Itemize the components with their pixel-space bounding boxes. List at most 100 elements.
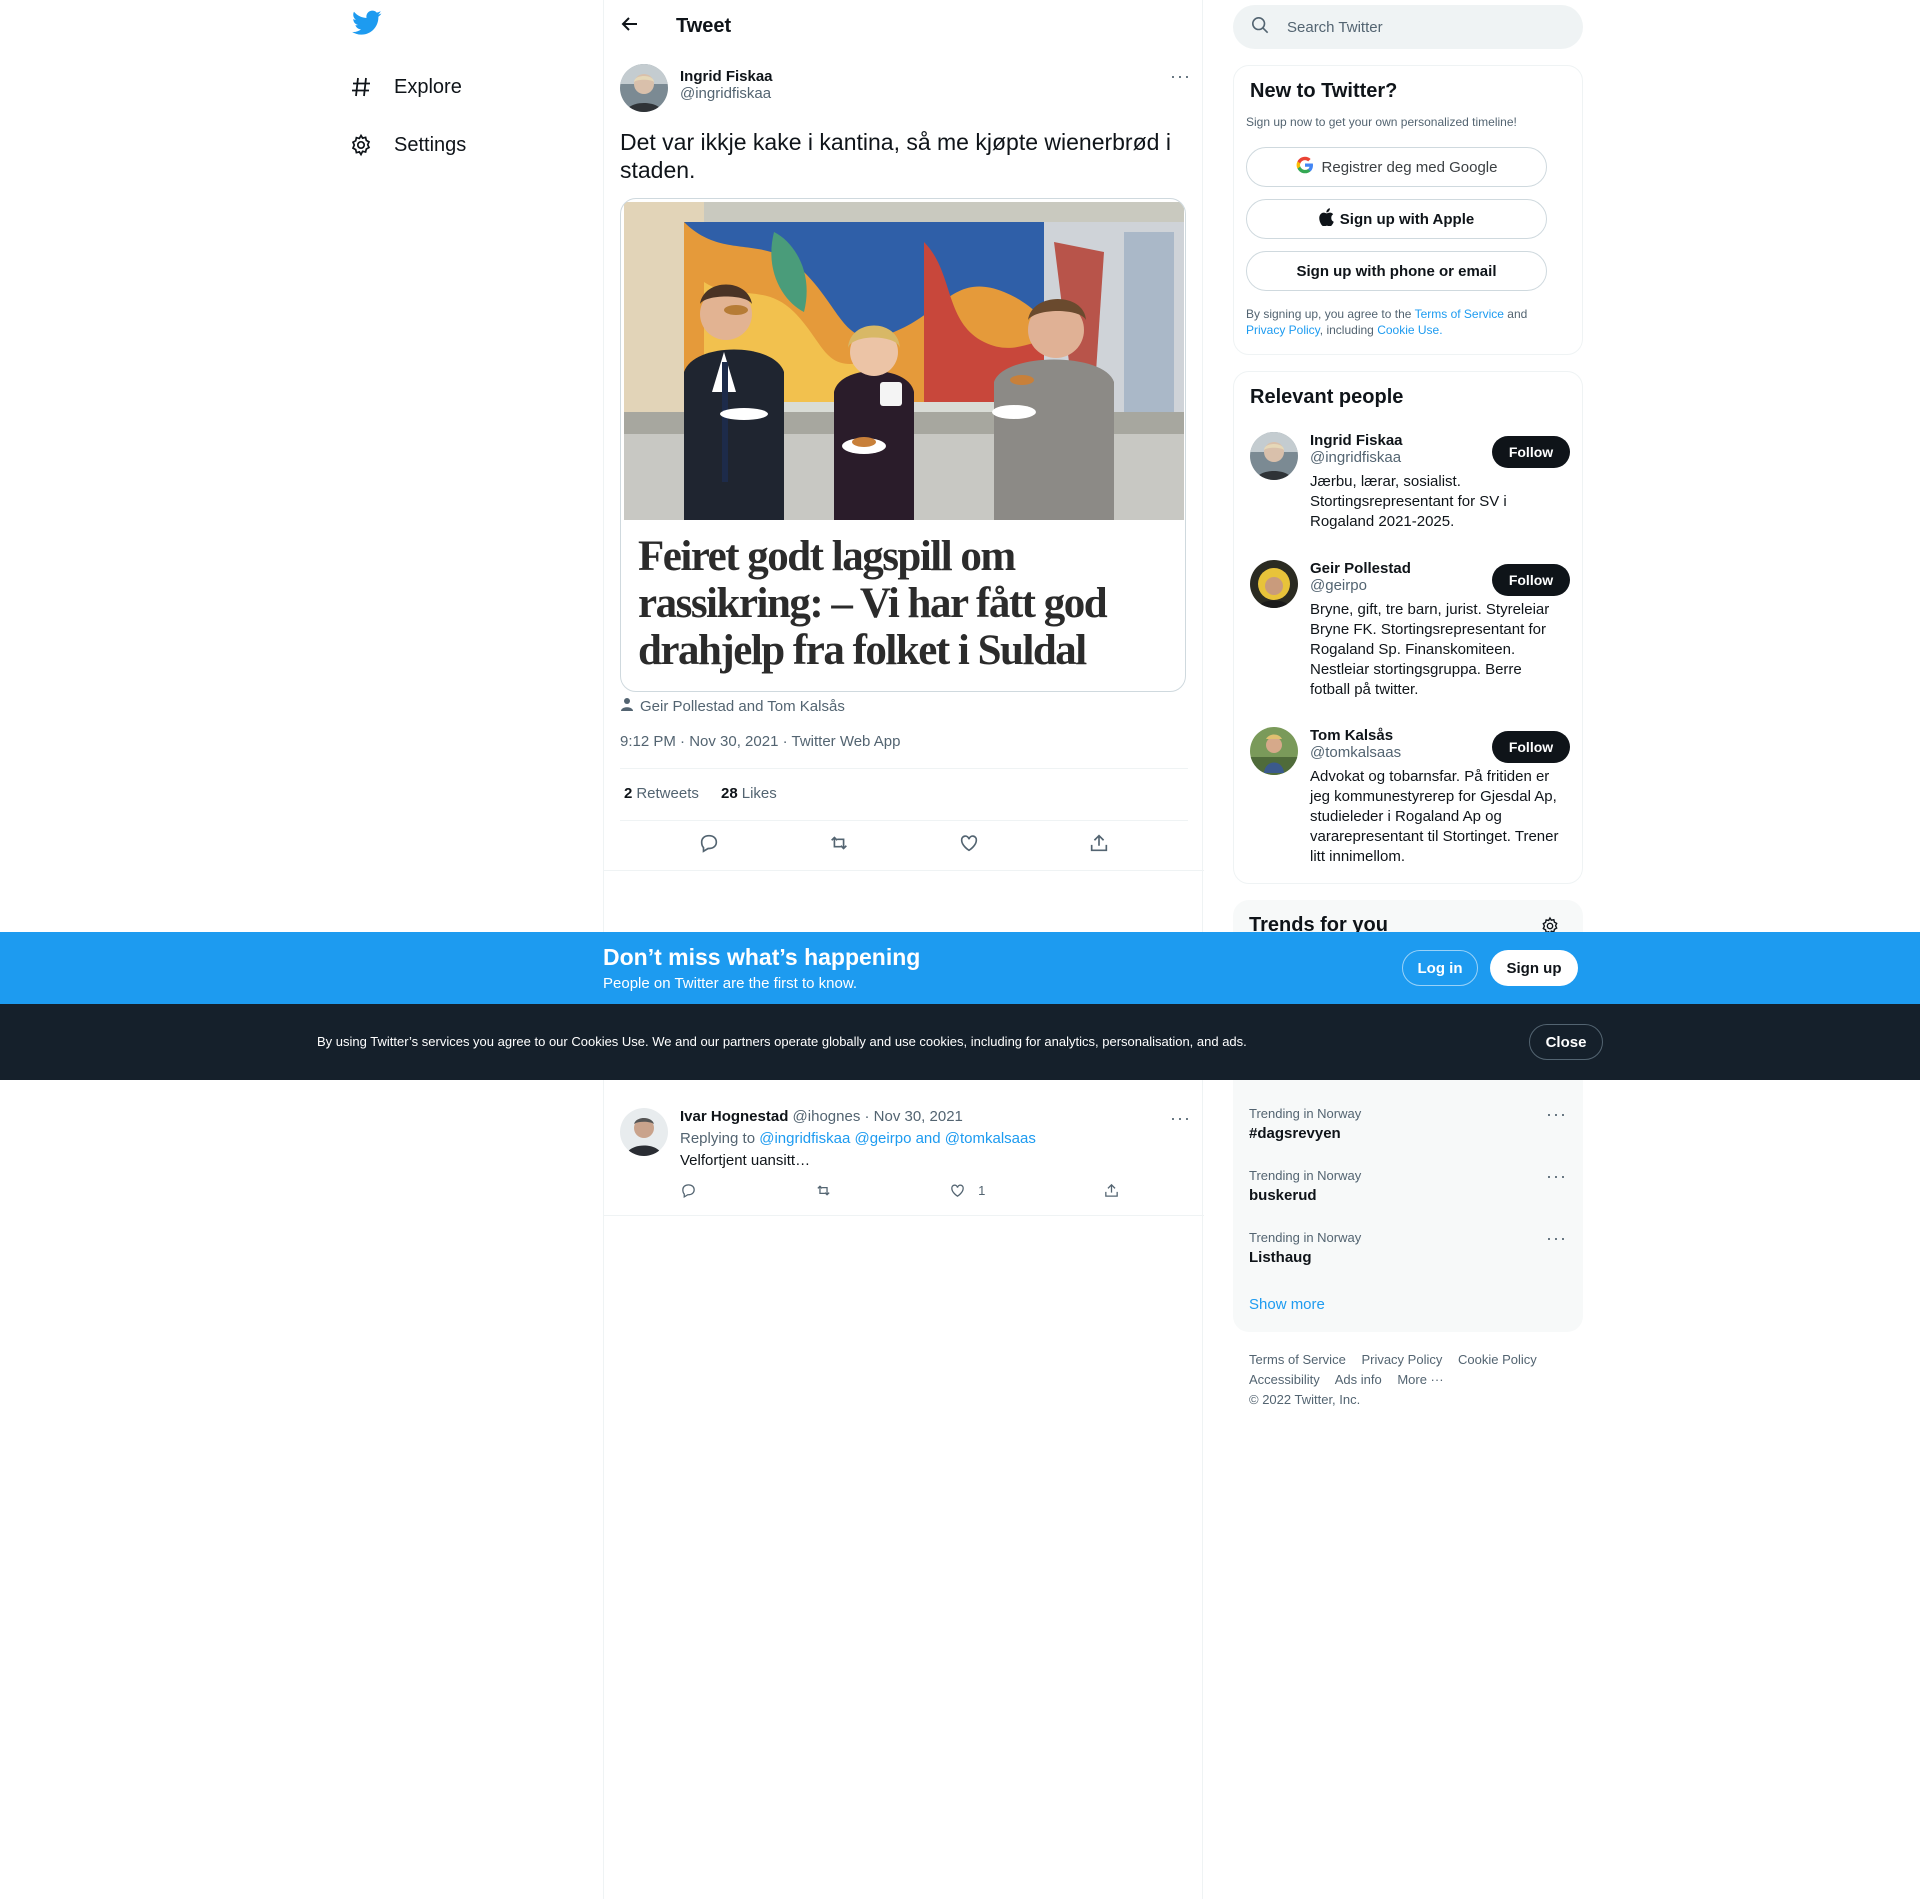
tagged-users[interactable]: Geir Pollestad and Tom Kalsås: [620, 697, 845, 715]
avatar[interactable]: [620, 1108, 668, 1156]
reply-author-name[interactable]: Ivar Hognestad: [680, 1108, 788, 1125]
follow-button[interactable]: Follow: [1492, 564, 1570, 596]
trend-context: Trending in Norway: [1249, 1230, 1362, 1245]
likes-count: 28: [721, 785, 738, 802]
google-signup-button[interactable]: Registrer deg med Google: [1246, 147, 1547, 187]
trend-name: Listhaug: [1249, 1249, 1312, 1266]
terms-link[interactable]: Terms of Service: [1415, 307, 1504, 321]
retweet-icon[interactable]: [815, 1182, 832, 1199]
likes-label: Likes: [741, 785, 777, 802]
reply-handle-date[interactable]: @ihognes · Nov 30, 2021: [793, 1108, 963, 1125]
more-icon[interactable]: ···: [1546, 1228, 1567, 1249]
footer-link-privacy[interactable]: Privacy Policy: [1361, 1352, 1442, 1367]
avatar[interactable]: [620, 64, 668, 112]
trend-item[interactable]: Trending in Norway #dagsrevyen ···: [1249, 1104, 1567, 1142]
avatar[interactable]: [1250, 727, 1298, 775]
person-bio: Jærbu, lærar, sosialist. Stortingsrepres…: [1310, 473, 1507, 530]
relevant-people-panel: Relevant people Ingrid Fiskaa @ingridfis…: [1233, 371, 1583, 884]
follow-button[interactable]: Follow: [1492, 731, 1570, 763]
signup-title: New to Twitter?: [1250, 80, 1398, 102]
gear-icon: [348, 132, 374, 158]
apple-signup-button[interactable]: Sign up with Apple: [1246, 199, 1547, 239]
banner-headline: Don’t miss what’s happening: [603, 944, 921, 970]
footer-link-accessibility[interactable]: Accessibility: [1249, 1372, 1320, 1387]
more-icon[interactable]: ···: [1170, 1108, 1191, 1129]
retweets-stat[interactable]: 2 Retweets: [624, 785, 699, 802]
twitter-logo-icon[interactable]: [352, 10, 386, 44]
reply-icon[interactable]: [698, 832, 720, 854]
cookie-close-button[interactable]: Close: [1529, 1024, 1603, 1060]
signup-panel: New to Twitter? Sign up now to get your …: [1233, 65, 1583, 355]
trend-context: Trending in Norway: [1249, 1106, 1362, 1121]
tweet-actions: [604, 832, 1204, 854]
footer-link-ads-info[interactable]: Ads info: [1335, 1372, 1382, 1387]
nav-settings-label: Settings: [394, 133, 467, 156]
tweet-author[interactable]: Ingrid Fiskaa @ingridfiskaa: [620, 64, 773, 112]
nav-settings[interactable]: Settings: [348, 120, 466, 170]
retweet-icon[interactable]: [828, 832, 850, 854]
signup-subtitle: Sign up now to get your own personalized…: [1246, 115, 1517, 129]
phone-email-signup-button[interactable]: Sign up with phone or email: [1246, 251, 1547, 291]
follow-button[interactable]: Follow: [1492, 436, 1570, 468]
share-icon[interactable]: [1088, 832, 1110, 854]
login-button[interactable]: Log in: [1402, 950, 1478, 986]
cookie-text: By using Twitter’s services you agree to…: [317, 1034, 1247, 1049]
search-input[interactable]: Search Twitter: [1287, 19, 1383, 36]
google-signup-label: Registrer deg med Google: [1321, 158, 1498, 176]
author-handle[interactable]: @ingridfiskaa: [680, 85, 773, 102]
like-icon[interactable]: [958, 832, 980, 854]
relevant-people-title: Relevant people: [1250, 386, 1404, 408]
footer-link-cookie[interactable]: Cookie Policy: [1458, 1352, 1537, 1367]
trend-name: buskerud: [1249, 1187, 1317, 1204]
replying-to: Replying to @ingridfiskaa @geirpo and @t…: [680, 1130, 1036, 1147]
footer-link-more[interactable]: More ···: [1397, 1372, 1443, 1387]
reply-tweet[interactable]: Ivar Hognestad @ihognes · Nov 30, 2021 ·…: [604, 1096, 1204, 1216]
tweet-stats: 2 Retweets 28 Likes: [624, 785, 777, 802]
tweet-meta: 9:12 PM · Nov 30, 2021 · Twitter Web App: [620, 733, 901, 750]
retweets-count: 2: [624, 785, 633, 802]
replying-prefix: Replying to: [680, 1130, 756, 1147]
reply-text: Velfortjent uansitt…: [680, 1152, 811, 1169]
replying-to-links[interactable]: @ingridfiskaa @geirpo and @tomkalsaas: [759, 1130, 1036, 1147]
apple-signup-label: Sign up with Apple: [1339, 210, 1475, 228]
reply-like-count: 1: [978, 1183, 986, 1198]
legal-text-3: , including: [1319, 323, 1374, 337]
more-icon[interactable]: ···: [1170, 66, 1191, 87]
link-card[interactable]: Feiret godt lagspill om rassikring: – Vi…: [620, 198, 1186, 692]
more-icon[interactable]: ···: [1546, 1166, 1567, 1187]
page-title: Tweet: [676, 15, 732, 37]
search-box[interactable]: Search Twitter: [1233, 5, 1583, 49]
nav-explore[interactable]: Explore: [348, 62, 462, 112]
more-icon[interactable]: ···: [1546, 1104, 1567, 1125]
avatar[interactable]: [1250, 432, 1298, 480]
trend-name: #dagsrevyen: [1249, 1125, 1341, 1142]
legal-text-2: and: [1507, 307, 1528, 321]
tweet-text: Det var ikkje kake i kantina, så me kjøp…: [620, 129, 1171, 183]
author-name[interactable]: Ingrid Fiskaa: [680, 68, 773, 85]
card-headline: Feiret godt lagspill om rassikring: – Vi…: [638, 533, 1108, 674]
divider: [620, 768, 1188, 769]
signup-banner: Don’t miss what’s happening People on Tw…: [0, 932, 1920, 1004]
nav-explore-label: Explore: [394, 75, 462, 98]
privacy-link[interactable]: Privacy Policy: [1246, 323, 1320, 337]
signup-button[interactable]: Sign up: [1490, 950, 1578, 986]
cookie-use-link[interactable]: Cookie Use.: [1377, 323, 1442, 337]
person-icon: [620, 697, 634, 715]
avatar[interactable]: [1250, 560, 1298, 608]
person-bio: Bryne, gift, tre barn, jurist. Styreleia…: [1310, 601, 1550, 698]
footer-link-terms[interactable]: Terms of Service: [1249, 1352, 1346, 1367]
trend-context: Trending in Norway: [1249, 1168, 1362, 1183]
likes-stat[interactable]: 28 Likes: [721, 785, 777, 802]
back-arrow-icon[interactable]: [620, 14, 640, 39]
show-more-link[interactable]: Show more: [1249, 1296, 1325, 1313]
like-icon[interactable]: 1: [949, 1182, 985, 1199]
trend-item[interactable]: Trending in Norway Listhaug ···: [1249, 1228, 1567, 1266]
trend-item[interactable]: Trending in Norway buskerud ···: [1249, 1166, 1567, 1204]
card-image: [624, 202, 1184, 520]
divider: [620, 820, 1188, 821]
signup-legal: By signing up, you agree to the Terms of…: [1246, 306, 1566, 338]
share-icon[interactable]: [1103, 1182, 1120, 1199]
divider: [604, 870, 1204, 871]
copyright: © 2022 Twitter, Inc.: [1249, 1392, 1361, 1407]
reply-icon[interactable]: [680, 1182, 697, 1199]
